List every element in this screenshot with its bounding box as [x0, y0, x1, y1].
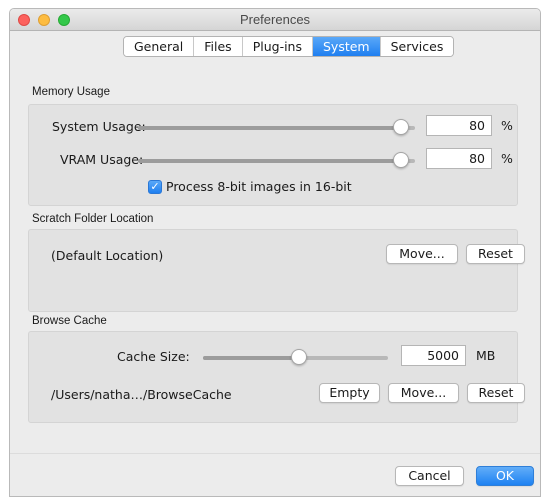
system-usage-slider-knob[interactable]: [393, 119, 410, 135]
checkmark-icon: ✓: [150, 180, 160, 193]
vram-usage-slider-fill: [138, 159, 402, 163]
cache-move-button[interactable]: Move...: [388, 383, 459, 403]
preferences-tab-bar: General Files Plug-ins System Services: [123, 36, 455, 57]
scratch-location-text: (Default Location): [51, 248, 164, 263]
cache-size-label: Cache Size:: [117, 349, 190, 364]
vram-usage-field[interactable]: 80: [426, 148, 492, 169]
vram-usage-label: VRAM Usage:: [60, 152, 144, 167]
preferences-window: Preferences General Files Plug-ins Syste…: [9, 8, 541, 497]
system-usage-slider-fill: [138, 126, 402, 130]
memory-usage-heading: Memory Usage: [32, 86, 110, 98]
cache-reset-button[interactable]: Reset: [467, 383, 525, 403]
process-16bit-label[interactable]: Process 8-bit images in 16-bit: [166, 179, 352, 194]
tab-plug-ins[interactable]: Plug-ins: [242, 37, 313, 56]
system-usage-field[interactable]: 80: [426, 115, 492, 136]
window-title: Preferences: [239, 12, 311, 27]
footer-divider: [10, 453, 540, 454]
cache-size-slider-knob[interactable]: [291, 349, 308, 365]
tab-system[interactable]: System: [313, 37, 381, 56]
system-usage-unit: %: [501, 118, 513, 133]
title-bar[interactable]: Preferences: [10, 9, 540, 31]
scratch-reset-button[interactable]: Reset: [466, 244, 525, 264]
scratch-move-button[interactable]: Move...: [386, 244, 458, 264]
cache-empty-button[interactable]: Empty: [319, 383, 380, 403]
browse-cache-path: /Users/natha…/BrowseCache: [51, 387, 232, 402]
ok-button[interactable]: OK: [476, 466, 534, 486]
cancel-button[interactable]: Cancel: [395, 466, 464, 486]
scratch-folder-heading: Scratch Folder Location: [32, 213, 154, 225]
cache-size-unit: MB: [476, 348, 496, 363]
tab-services[interactable]: Services: [380, 37, 454, 56]
browse-cache-group: Cache Size: 5000 MB /Users/natha…/Browse…: [28, 331, 525, 423]
cache-size-field[interactable]: 5000: [401, 345, 466, 366]
vram-usage-slider-knob[interactable]: [393, 152, 410, 168]
tab-files[interactable]: Files: [194, 37, 243, 56]
cache-size-slider-fill: [203, 356, 300, 360]
system-usage-label: System Usage:: [52, 119, 146, 134]
cache-size-slider[interactable]: [203, 349, 388, 365]
browse-cache-heading: Browse Cache: [32, 315, 107, 327]
vram-usage-unit: %: [501, 151, 513, 166]
process-16bit-checkbox[interactable]: ✓: [148, 180, 162, 194]
memory-usage-group: System Usage: 80 % VRAM Usage: 80 % ✓ Pr…: [28, 104, 518, 206]
system-usage-slider[interactable]: [138, 119, 415, 135]
scratch-folder-group: (Default Location) Move... Reset: [28, 229, 525, 312]
tab-general[interactable]: General: [124, 37, 195, 56]
vram-usage-slider[interactable]: [138, 152, 415, 168]
